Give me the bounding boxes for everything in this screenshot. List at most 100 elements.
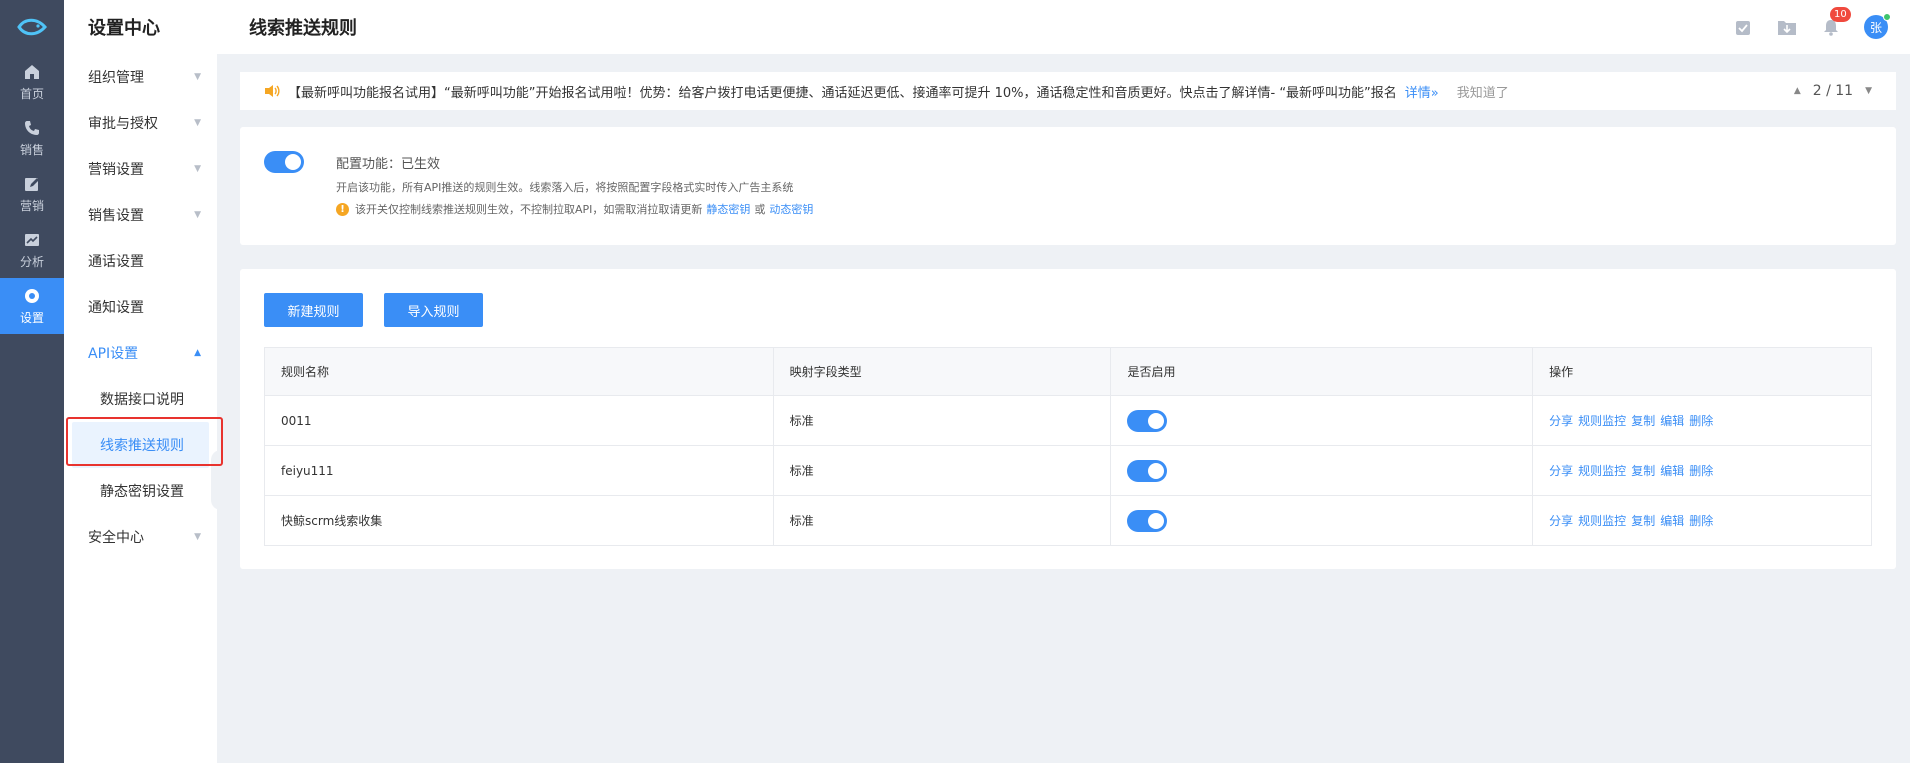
task-check-icon[interactable] — [1732, 16, 1754, 38]
rule-enable-toggle[interactable] — [1127, 459, 1168, 482]
phone-icon — [22, 118, 42, 138]
copy-link[interactable]: 复制 — [1631, 512, 1655, 529]
menu-sub-static-key[interactable]: 静态密钥设置 — [64, 468, 217, 514]
caret-down-icon: ▼ — [194, 164, 201, 174]
new-rule-button[interactable]: 新建规则 — [264, 293, 363, 327]
notice-detail-link[interactable]: 详情» — [1405, 82, 1439, 101]
notice-dismiss-button[interactable]: 我知道了 — [1457, 82, 1509, 101]
config-warning-or: 或 — [754, 203, 766, 216]
rule-actions-cell: 分享 规则监控 复制 编辑 删除 — [1532, 395, 1872, 446]
column-header: 是否启用 — [1110, 347, 1534, 396]
rule-enable-toggle[interactable] — [1127, 509, 1168, 532]
rule-enabled-cell — [1110, 495, 1534, 546]
caret-up-icon: ▲ — [194, 348, 201, 358]
menu-item-security[interactable]: 安全中心 ▼ — [64, 514, 217, 560]
rail-item-label: 营销 — [19, 199, 44, 213]
rail-item-sales[interactable]: 销售 — [0, 110, 64, 166]
config-description: 开启该功能，所有API推送的规则生效。线索落入后，将按照配置字段格式实时传入广告… — [336, 181, 794, 194]
caret-down-icon: ▼ — [194, 210, 201, 220]
menu-item-label: 通话设置 — [88, 254, 144, 270]
rail-item-label: 首页 — [19, 87, 44, 101]
icon-rail: 首页 销售 营销 分析 设置 — [0, 0, 64, 763]
rule-type-cell: 标准 — [772, 395, 1112, 446]
menu-sub-push-rules[interactable]: 线索推送规则 — [72, 422, 209, 468]
speaker-icon — [264, 84, 280, 98]
rail-item-analysis[interactable]: 分析 — [0, 222, 64, 278]
rule-type-cell: 标准 — [772, 495, 1112, 546]
edit-link[interactable]: 编辑 — [1660, 512, 1684, 529]
notification-badge: 10 — [1830, 7, 1851, 22]
delete-link[interactable]: 删除 — [1689, 512, 1713, 529]
copy-link[interactable]: 复制 — [1631, 412, 1655, 429]
menu-item-api[interactable]: API设置 ▲ — [64, 330, 217, 376]
menu-item-label: 组织管理 — [88, 70, 144, 86]
menu-collapse-notch[interactable] — [211, 450, 221, 510]
menu-item-approval[interactable]: 审批与授权 ▼ — [64, 100, 217, 146]
menu-item-label: 通知设置 — [88, 300, 144, 316]
download-folder-icon[interactable] — [1776, 16, 1798, 38]
edit-link[interactable]: 编辑 — [1660, 412, 1684, 429]
copy-link[interactable]: 复制 — [1631, 462, 1655, 479]
delete-link[interactable]: 删除 — [1689, 412, 1713, 429]
column-header: 映射字段类型 — [772, 347, 1112, 396]
share-link[interactable]: 分享 — [1549, 412, 1573, 429]
config-title: 配置功能：已生效 — [336, 157, 441, 172]
menu-sub-api-doc[interactable]: 数据接口说明 — [64, 376, 217, 422]
chart-icon — [22, 230, 42, 250]
menu-item-label: 审批与授权 — [88, 116, 158, 132]
caret-down-icon[interactable]: ▼ — [1865, 86, 1872, 96]
menu-item-label: 安全中心 — [88, 530, 144, 546]
menu-item-call[interactable]: 通话设置 — [64, 238, 217, 284]
caret-down-icon: ▼ — [194, 118, 201, 128]
dynamic-key-link[interactable]: 动态密钥 — [769, 201, 813, 217]
rules-card: 新建规则 导入规则 规则名称 映射字段类型 是否启用 操作 0011 标准 分享 — [240, 269, 1896, 569]
rules-table: 规则名称 映射字段类型 是否启用 操作 0011 标准 分享 规则监控 复制 编… — [264, 347, 1872, 546]
menu-item-label: 销售设置 — [88, 208, 144, 224]
rule-name-cell: 0011 — [264, 395, 774, 446]
rule-enable-toggle[interactable] — [1127, 409, 1168, 432]
column-header: 操作 — [1532, 347, 1872, 396]
share-link[interactable]: 分享 — [1549, 512, 1573, 529]
static-key-link[interactable]: 静态密钥 — [706, 201, 750, 217]
config-warning-text: 该开关仅控制线索推送规则生效，不控制拉取API，如需取消拉取请更新 — [355, 203, 703, 216]
avatar[interactable]: 张 — [1864, 13, 1891, 39]
delete-link[interactable]: 删除 — [1689, 462, 1713, 479]
home-icon — [22, 62, 42, 82]
notice-text: 【最新呼叫功能报名试用】“最新呼叫功能”开始报名试用啦！优势：给客户拨打电话更便… — [288, 85, 1397, 101]
monitor-link[interactable]: 规则监控 — [1578, 512, 1626, 529]
notice-page-indicator: 2 / 11 — [1812, 83, 1854, 99]
menu-item-org[interactable]: 组织管理 ▼ — [64, 54, 217, 100]
settings-menu: 设置中心 组织管理 ▼ 审批与授权 ▼ 营销设置 ▼ 销售设置 ▼ 通话设置 通… — [64, 0, 217, 763]
fish-logo-icon — [17, 18, 47, 36]
monitor-link[interactable]: 规则监控 — [1578, 412, 1626, 429]
rail-item-home[interactable]: 首页 — [0, 54, 64, 110]
column-header: 规则名称 — [264, 347, 774, 396]
share-link[interactable]: 分享 — [1549, 462, 1573, 479]
bell-icon[interactable]: 10 — [1820, 7, 1851, 38]
notice-pager: ▲ 2 / 11 ▼ — [1794, 83, 1872, 99]
rail-item-settings[interactable]: 设置 — [0, 278, 64, 334]
menu-item-sales[interactable]: 销售设置 ▼ — [64, 192, 217, 238]
caret-up-icon[interactable]: ▲ — [1794, 86, 1801, 96]
rail-item-label: 分析 — [19, 255, 44, 269]
rule-actions-cell: 分享 规则监控 复制 编辑 删除 — [1532, 495, 1872, 546]
edit-link[interactable]: 编辑 — [1660, 462, 1684, 479]
monitor-link[interactable]: 规则监控 — [1578, 462, 1626, 479]
header-tools: 10 张 — [1732, 7, 1891, 39]
config-enable-toggle[interactable] — [264, 151, 304, 173]
avatar-text: 张 — [1869, 20, 1882, 35]
rule-type-cell: 标准 — [772, 445, 1112, 496]
rail-item-label: 设置 — [19, 311, 44, 325]
import-rule-button[interactable]: 导入规则 — [384, 293, 483, 327]
logo[interactable] — [0, 0, 64, 54]
rule-name-cell: feiyu111 — [264, 445, 774, 496]
menu-item-marketing[interactable]: 营销设置 ▼ — [64, 146, 217, 192]
rail-item-marketing[interactable]: 营销 — [0, 166, 64, 222]
menu-item-label: 营销设置 — [88, 162, 144, 178]
table-row: 快鲸scrm线索收集 标准 分享 规则监控 复制 编辑 删除 — [264, 495, 1872, 546]
menu-item-notify[interactable]: 通知设置 — [64, 284, 217, 330]
notice-bar: 【最新呼叫功能报名试用】“最新呼叫功能”开始报名试用啦！优势：给客户拨打电话更便… — [240, 72, 1896, 110]
rule-actions-cell: 分享 规则监控 复制 编辑 删除 — [1532, 445, 1872, 496]
rule-enabled-cell — [1110, 445, 1534, 496]
config-warning: ! 该开关仅控制线索推送规则生效，不控制拉取API，如需取消拉取请更新 静态密钥… — [336, 201, 817, 217]
